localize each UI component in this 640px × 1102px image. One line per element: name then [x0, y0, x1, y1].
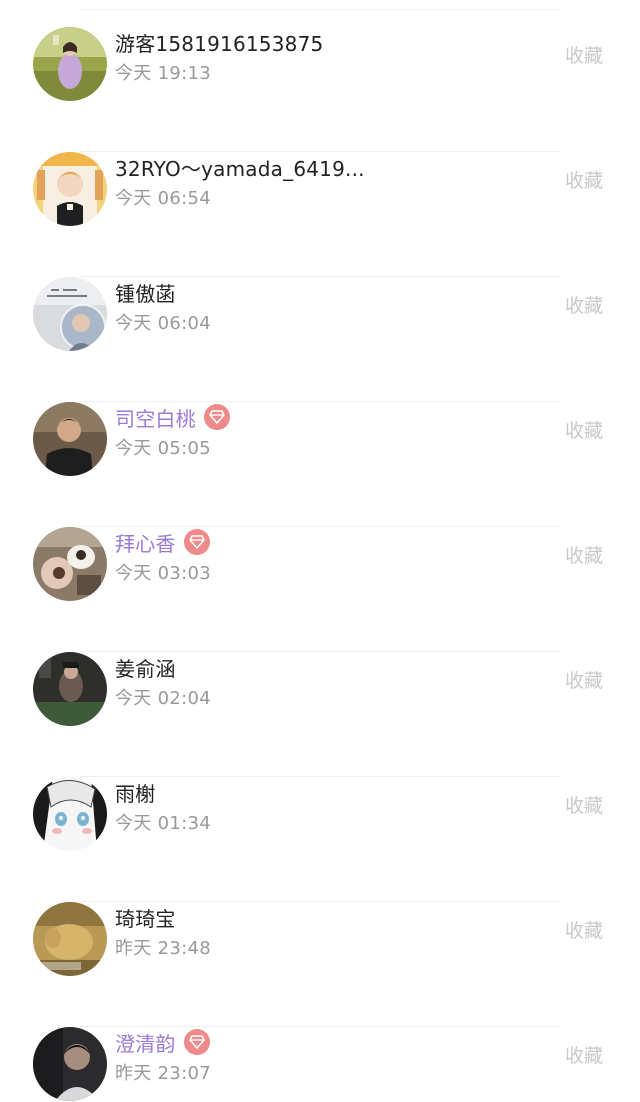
avatar-man-dark-icon[interactable] [33, 402, 107, 476]
list-item[interactable]: 姜俞涵 今天 02:04 收藏 [0, 652, 640, 777]
favorite-button[interactable]: 收藏 [565, 666, 603, 693]
favorite-button[interactable]: 收藏 [565, 166, 603, 193]
avatar-girl-field-icon[interactable] [33, 27, 107, 101]
favorite-button[interactable]: 收藏 [565, 291, 603, 318]
vip-diamond-icon [183, 529, 210, 555]
name-line: 拜心香 [115, 528, 210, 557]
vip-diamond-icon [183, 1029, 210, 1055]
name-line: 游客1581916153875 [115, 28, 323, 57]
list-item[interactable]: 司空白桃 今天 05:05 收藏 [0, 402, 640, 527]
favorite-button[interactable]: 收藏 [565, 791, 603, 818]
favorites-visitor-list-page: 游客1581916153875 今天 19:13 收藏 32RYO～yamada… [0, 0, 640, 1102]
favorite-button[interactable]: 收藏 [565, 916, 603, 943]
top-divider [80, 9, 560, 10]
list-item[interactable]: 锺傲菡 今天 06:04 收藏 [0, 277, 640, 402]
user-name[interactable]: 姜俞涵 [115, 653, 176, 682]
user-name[interactable]: 雨榭 [115, 778, 155, 807]
visit-time: 今天 06:54 [115, 188, 211, 209]
visit-time: 今天 06:04 [115, 313, 211, 334]
name-line: 澄清韵 [115, 1028, 210, 1057]
list-item[interactable]: 雨榭 今天 01:34 收藏 [0, 777, 640, 902]
name-line: 雨榭 [115, 778, 155, 807]
list-item[interactable]: 澄清韵 昨天 23:07 收藏 [0, 1027, 640, 1102]
name-line: 锺傲菡 [115, 278, 176, 307]
visit-time: 昨天 23:48 [115, 938, 211, 959]
user-name[interactable]: 游客1581916153875 [115, 28, 323, 57]
name-line: 琦琦宝 [115, 903, 176, 932]
user-name[interactable]: 拜心香 [115, 528, 176, 557]
list-item[interactable]: 32RYO～yamada_6419... 今天 06:54 收藏 [0, 152, 640, 277]
user-name[interactable]: 司空白桃 [115, 403, 196, 432]
visit-time: 今天 05:05 [115, 438, 211, 459]
avatar-dark-portrait-icon[interactable] [33, 1027, 107, 1101]
name-line: 姜俞涵 [115, 653, 176, 682]
user-name[interactable]: 澄清韵 [115, 1028, 176, 1057]
user-name[interactable]: 琦琦宝 [115, 903, 176, 932]
avatar-yellow-pet-icon[interactable] [33, 902, 107, 976]
list-item[interactable]: 游客1581916153875 今天 19:13 收藏 [0, 27, 640, 152]
avatar-boy-portrait-icon[interactable] [33, 152, 107, 226]
user-name[interactable]: 32RYO～yamada_6419... [115, 153, 365, 182]
avatar-grey-text-icon[interactable] [33, 277, 107, 351]
user-name[interactable]: 锺傲菡 [115, 278, 176, 307]
favorite-button[interactable]: 收藏 [565, 41, 603, 68]
favorite-button[interactable]: 收藏 [565, 541, 603, 568]
list-item[interactable]: 拜心香 今天 03:03 收藏 [0, 527, 640, 652]
name-line: 司空白桃 [115, 403, 230, 432]
favorite-button[interactable]: 收藏 [565, 1041, 603, 1068]
visit-time: 今天 03:03 [115, 563, 211, 584]
avatar-hand-photo-icon[interactable] [33, 527, 107, 601]
visit-time: 今天 01:34 [115, 813, 211, 834]
avatar-dark-figure-icon[interactable] [33, 652, 107, 726]
avatar-anime-girl-icon[interactable] [33, 777, 107, 851]
name-line: 32RYO～yamada_6419... [115, 153, 365, 182]
favorite-button[interactable]: 收藏 [565, 416, 603, 443]
visit-time: 昨天 23:07 [115, 1063, 211, 1084]
visit-time: 今天 02:04 [115, 688, 211, 709]
visit-time: 今天 19:13 [115, 63, 211, 84]
vip-diamond-icon [203, 404, 230, 430]
list-item[interactable]: 琦琦宝 昨天 23:48 收藏 [0, 902, 640, 1027]
